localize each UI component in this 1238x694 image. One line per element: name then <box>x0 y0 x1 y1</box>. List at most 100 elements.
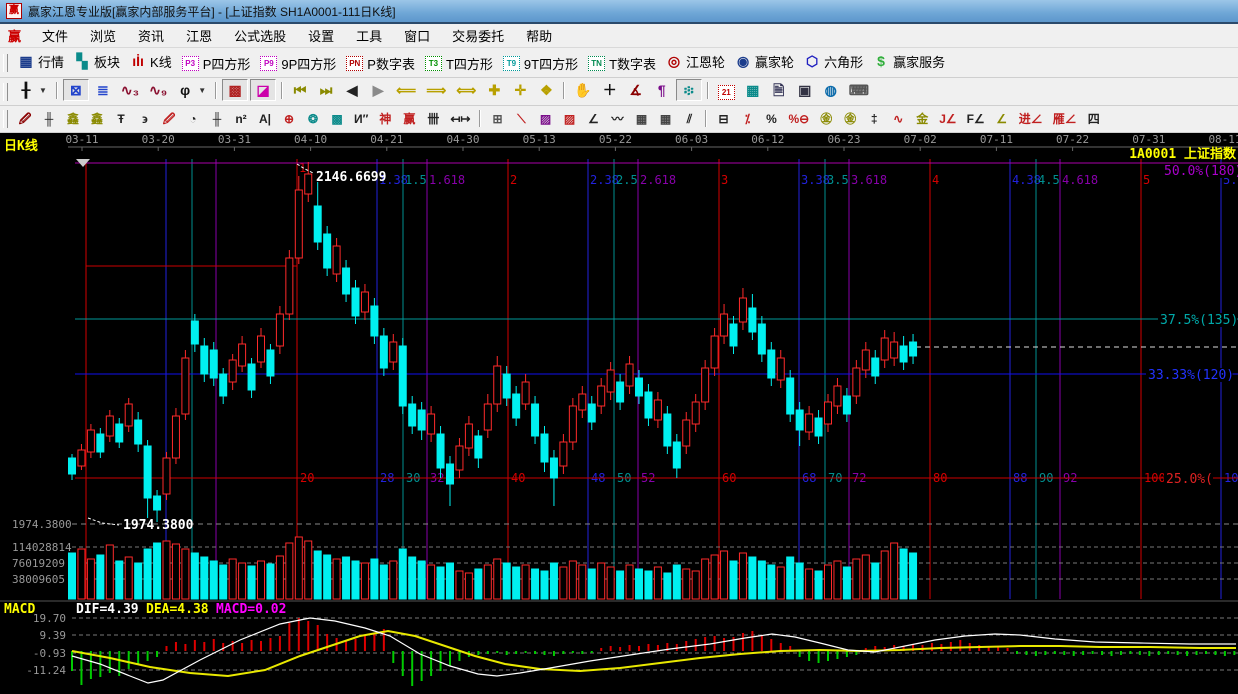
grid-dark1-icon-button[interactable]: ▦ <box>630 108 652 130</box>
menu-item-3[interactable]: 资讯 <box>127 27 175 46</box>
pin-pen-icon-button[interactable]: ‡ <box>863 108 885 130</box>
grid-ruler-icon-button[interactable]: ╫ <box>38 108 60 130</box>
network-view-icon-button[interactable]: ⊠ <box>62 79 89 102</box>
gann-angle-icon-button[interactable]: 进∠ <box>1015 108 1047 130</box>
calendar-21-icon-button[interactable]: 21 <box>714 82 739 104</box>
p-number-table-icon-button[interactable]: PN P数字表 <box>342 53 419 75</box>
toolbar-grip[interactable] <box>3 110 8 128</box>
tree-tool-icon-button[interactable]: ¶ <box>650 79 674 101</box>
prev-icon-button[interactable]: ◀ <box>340 79 364 101</box>
report-view-icon-button[interactable]: ≣ <box>91 79 115 101</box>
hand-tool-icon-button[interactable]: ✋ <box>570 79 595 101</box>
kline-icon-button[interactable]: ıİı K线 <box>126 50 176 72</box>
toolbar-grip[interactable] <box>3 82 8 101</box>
calculator-icon-button[interactable]: ▦ <box>741 79 765 101</box>
frame-icon-button[interactable]: ⊞ <box>486 108 508 130</box>
winner-service-icon-button[interactable]: $ 赢家服务 <box>869 50 949 72</box>
block-map-icon-button[interactable]: ▩ <box>222 79 249 102</box>
dropdown-arrow-icon[interactable]: ▼ <box>198 86 206 95</box>
zigzag-icon-button[interactable]: 〰 <box>606 108 628 130</box>
parallel-icon-button[interactable]: ⫽ <box>678 108 700 130</box>
notes-icon-button[interactable]: 🗎 <box>767 79 791 101</box>
p-square-icon-button[interactable]: P3 P四方形 <box>178 53 255 75</box>
single-candle-icon-button[interactable]: φ ▼ <box>173 79 210 101</box>
grid-dark2-icon-button[interactable]: ▦ <box>654 108 676 130</box>
si-angle-icon-button[interactable]: 四 <box>1083 108 1105 130</box>
color-histogram-icon-button[interactable]: ◪ <box>250 79 277 102</box>
a-wave-icon-button[interactable]: ∿ <box>887 108 909 130</box>
gold-circle-icon-button[interactable]: ㊎ <box>815 108 837 130</box>
t-ruler-icon-button[interactable]: Ŧ <box>110 108 132 130</box>
zoom-h-icon-button[interactable]: ⟺ <box>452 79 480 101</box>
quotes-table-icon-button[interactable]: ▦ 行情 <box>14 50 68 72</box>
sectors-icon-button[interactable]: ▚ 板块 <box>70 50 124 72</box>
winner-wheel-icon-button[interactable]: ◉ 赢家轮 <box>731 50 798 72</box>
next-icon-button[interactable]: ▶ <box>366 79 390 101</box>
menu-item-8[interactable]: 窗口 <box>393 27 441 46</box>
n-wave-icon-button[interactable]: И″ <box>350 108 372 130</box>
hexagon-icon-button[interactable]: ⬡ 六角形 <box>800 50 867 72</box>
menu-item-4[interactable]: 江恩 <box>175 27 223 46</box>
wave3-icon-button[interactable]: ∿₃ <box>117 79 143 101</box>
gold-grid1-icon-button[interactable]: 鑫 <box>62 108 84 130</box>
f-angle-icon-button[interactable]: F∠ <box>963 108 989 130</box>
yan-angle-icon-button[interactable]: 雁∠ <box>1049 108 1081 130</box>
menu-item-2[interactable]: 浏览 <box>79 27 127 46</box>
percent-slash-icon-button[interactable]: ⁒ <box>736 108 758 130</box>
spiral-icon-button[interactable]: ϶ <box>134 108 156 130</box>
crosshair-icon-button[interactable]: ＋ <box>598 79 622 101</box>
fan-box2-icon-button[interactable]: ▨ <box>558 108 580 130</box>
gold-line-icon-button[interactable]: ㊎ <box>839 108 861 130</box>
expand-all-icon-button[interactable]: ✛ <box>508 79 532 101</box>
brain-icon-button[interactable]: ፨ <box>675 79 702 102</box>
first-page-icon-button[interactable]: ⏮ <box>288 79 312 101</box>
percent-cut-icon-button[interactable]: %⊖ <box>784 108 813 130</box>
target-red-icon-button[interactable]: ⊕ <box>278 108 300 130</box>
fan-box1-icon-button[interactable]: ▨ <box>534 108 556 130</box>
gann-wheel-icon-button[interactable]: ◎ 江恩轮 <box>662 50 729 72</box>
n2-icon-button[interactable]: n² <box>230 108 252 130</box>
knife-tool-icon-button[interactable]: 🖉 <box>14 108 36 130</box>
toolbar-grip[interactable] <box>3 53 8 72</box>
expand-icon-button[interactable]: ✚ <box>482 79 506 101</box>
square-grid-icon-button[interactable]: ▩ <box>326 108 348 130</box>
chart-canvas[interactable]: 03-11 03-20 03-31 04-10 04-21 04-30 05-13 05-22… <box>0 133 1238 689</box>
last-page-icon-button[interactable]: ⏭ <box>314 79 338 101</box>
wave9-icon-button[interactable]: ∿₉ <box>145 79 171 101</box>
shen-icon-button[interactable]: 神 <box>374 108 396 130</box>
gold-grid2-icon-button[interactable]: 鑫 <box>86 108 108 130</box>
menu-item-10[interactable]: 帮助 <box>515 27 563 46</box>
j-angle-icon-button[interactable]: J∠ <box>935 108 960 130</box>
star-grid-icon-button[interactable]: ❂ <box>302 108 324 130</box>
dropdown-arrow-icon[interactable]: ▼ <box>39 86 47 95</box>
menu-item-1[interactable]: 文件 <box>31 27 79 46</box>
h-span-icon-button[interactable]: ↤↦ <box>446 108 474 130</box>
9t-square-icon-button[interactable]: T9 9T四方形 <box>499 53 582 75</box>
chart-svg[interactable]: 03-11 03-20 03-31 04-10 04-21 04-30 05-13 05-22… <box>0 133 1238 689</box>
clock-cycle-icon-button[interactable]: ◔ <box>182 108 204 130</box>
scale-list-icon-button[interactable]: ⊟ <box>712 108 734 130</box>
percent-icon-button[interactable]: % <box>760 108 782 130</box>
fit-icon-button[interactable]: ❖ <box>534 79 558 101</box>
win-icon-button[interactable]: 赢 <box>398 108 420 130</box>
t-square-icon-button[interactable]: T3 T四方形 <box>421 53 497 75</box>
speed-angle-icon-button[interactable]: ∠ <box>991 108 1013 130</box>
t-number-table-icon-button[interactable]: TN T数字表 <box>584 53 660 75</box>
trend-pen-icon-button[interactable]: ∠ <box>582 108 604 130</box>
pan-right-icon-button[interactable]: ⟹ <box>422 79 450 101</box>
globe-refresh-icon-button[interactable]: ◍ <box>819 79 843 101</box>
menu-item-9[interactable]: 交易委托 <box>441 27 515 46</box>
workstation-icon-button[interactable]: ⌨ <box>845 79 873 101</box>
count-grid-icon-button[interactable]: 卌 <box>422 108 444 130</box>
a-line-icon-button[interactable]: A| <box>254 108 276 130</box>
menu-item-5[interactable]: 公式选股 <box>223 27 297 46</box>
gold-angle-icon-button[interactable]: 金 <box>911 108 933 130</box>
9p-square-icon-button[interactable]: P9 9P四方形 <box>256 53 340 75</box>
period-day-icon-button[interactable]: ╂ ▼ <box>14 79 51 101</box>
red-knife-icon-button[interactable]: 🖉 <box>158 108 180 130</box>
angle-tool-icon-button[interactable]: ∡ <box>624 79 648 101</box>
pan-left-icon-button[interactable]: ⟸ <box>392 79 420 101</box>
comb-icon-button[interactable]: ╫ <box>206 108 228 130</box>
menu-item-6[interactable]: 设置 <box>297 27 345 46</box>
fan-red-icon-button[interactable]: ⟍ <box>510 108 532 130</box>
